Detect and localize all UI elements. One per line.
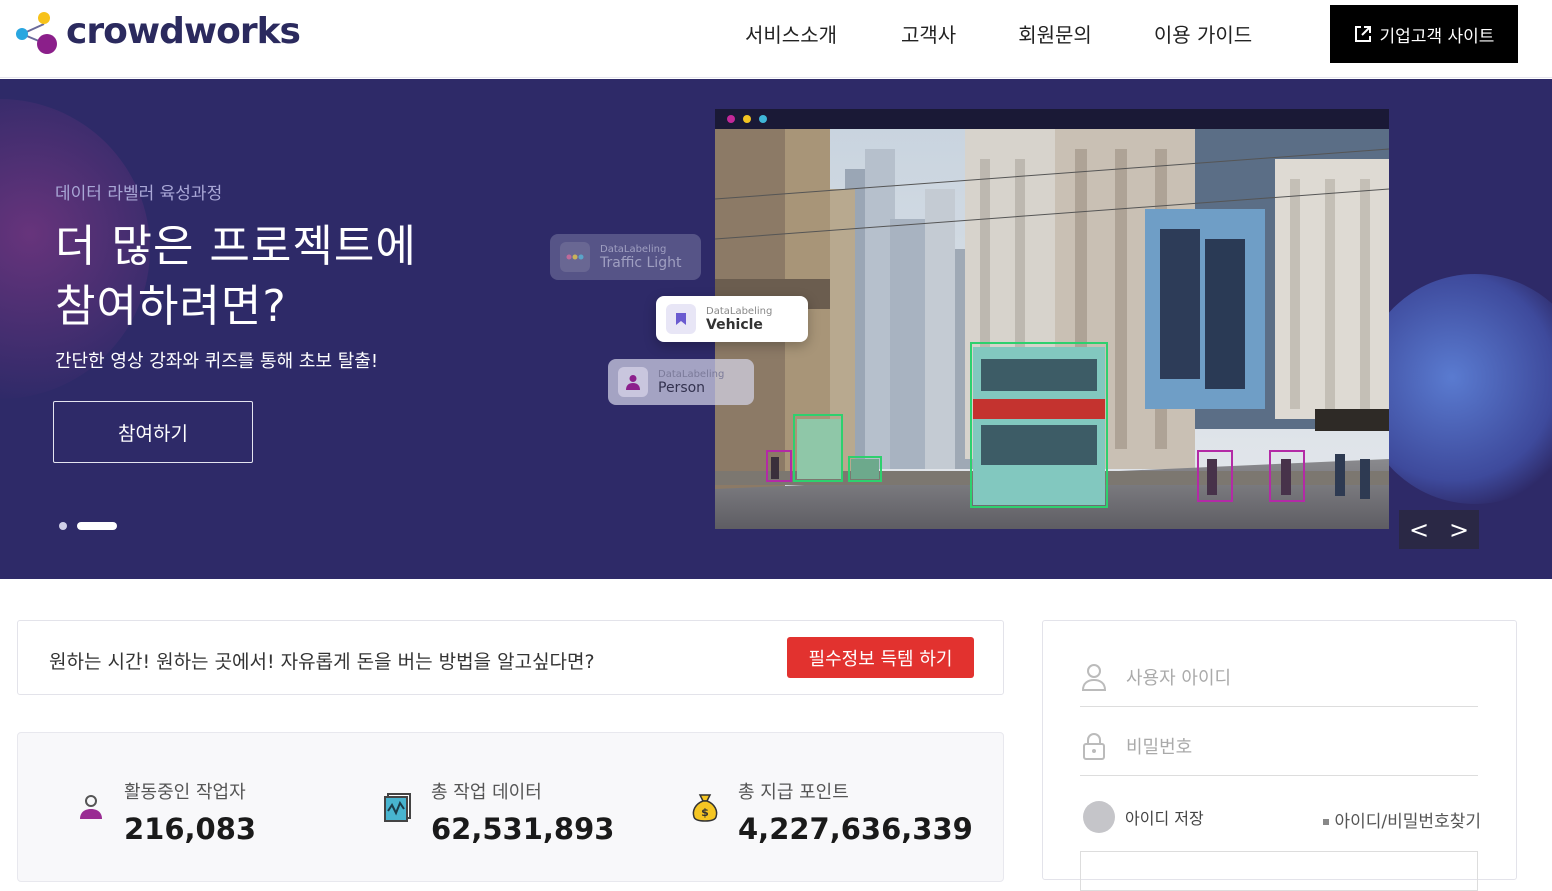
tag-name: Traffic Light — [600, 254, 682, 271]
save-id-label: 아이디 저장 — [1125, 809, 1204, 828]
main-nav: 서비스소개 고객사 회원문의 이용 가이드 — [745, 0, 1314, 66]
find-id-password-label: 아이디/비밀번호찾기 — [1334, 812, 1482, 832]
stat-value: 216,083 — [124, 812, 257, 846]
street-scene-image — [715, 129, 1389, 529]
stat-value: 4,227,636,339 — [738, 812, 973, 846]
join-button[interactable]: 참여하기 — [53, 401, 253, 463]
hero-title: 더 많은 프로젝트에 참여하려면? — [55, 217, 417, 337]
save-id-row: 아이디 저장 아이디/비밀번호찾기 — [1083, 799, 1503, 835]
stat-label: 총 지급 포인트 — [738, 782, 849, 803]
bookmark-icon — [666, 304, 696, 334]
stat-value: 62,531,893 — [431, 812, 615, 846]
hero-subtitle: 데이터 라벨러 육성과정 — [55, 184, 223, 204]
login-panel: 사용자 아이디 비밀번호 아이디 저장 아이디/비밀번호찾기 — [1042, 620, 1517, 891]
user-icon — [1081, 663, 1107, 691]
slide-indicator — [59, 522, 127, 530]
tag-vehicle: DataLabeling Vehicle — [656, 296, 808, 342]
bullet-icon — [1322, 819, 1329, 825]
window-dot-yellow-icon — [743, 115, 751, 123]
nav-clients[interactable]: 고객사 — [901, 19, 956, 48]
tag-name: Vehicle — [706, 316, 763, 333]
stat-label: 활동중인 작업자 — [124, 782, 246, 803]
user-id-placeholder: 사용자 아이디 — [1126, 667, 1232, 689]
notice-text: 원하는 시간! 원하는 곳에서! 자유롭게 돈을 버는 방법을 알고싶다면? — [49, 651, 595, 673]
person-icon — [80, 795, 102, 819]
slide-dot-2[interactable] — [77, 522, 117, 530]
prev-slide-button[interactable]: < — [1409, 518, 1429, 542]
tag-person: DataLabeling Person — [608, 359, 754, 405]
data-chart-icon — [384, 793, 411, 822]
money-bag-icon: $ — [692, 794, 718, 822]
crowdworks-logo[interactable]: crowdworks — [14, 10, 301, 56]
login-button[interactable] — [1080, 851, 1478, 891]
find-id-password-link[interactable]: 아이디/비밀번호찾기 — [1322, 807, 1482, 832]
nav-usage-guide[interactable]: 이용 가이드 — [1154, 19, 1252, 48]
window-dot-cyan-icon — [759, 115, 767, 123]
traffic-light-icon — [560, 242, 590, 272]
save-id-checkbox[interactable] — [1083, 801, 1115, 833]
hero-title-line1: 더 많은 프로젝트에 — [55, 221, 417, 272]
person-tag-icon — [618, 367, 648, 397]
slider-arrows: < > — [1399, 510, 1479, 549]
external-link-icon — [1354, 26, 1371, 42]
tag-name: Person — [658, 379, 706, 396]
tag-category: DataLabeling — [600, 243, 667, 255]
slide-dot-1[interactable] — [59, 522, 67, 530]
password-field[interactable]: 비밀번호 — [1080, 716, 1478, 776]
logo-mark-icon — [16, 12, 57, 54]
business-site-button[interactable]: 기업고객 사이트 — [1330, 5, 1518, 63]
nav-member-inquiry[interactable]: 회원문의 — [1018, 19, 1092, 48]
user-id-field[interactable]: 사용자 아이디 — [1080, 647, 1478, 707]
get-info-button[interactable]: 필수정보 득템 하기 — [787, 637, 974, 678]
stat-label: 총 작업 데이터 — [431, 782, 542, 803]
hero-description: 간단한 영상 강좌와 퀴즈를 통해 초보 탈출! — [55, 351, 379, 372]
preview-window-titlebar — [715, 109, 1389, 129]
lock-icon — [1083, 732, 1105, 760]
tag-category: DataLabeling — [706, 305, 773, 317]
stats-panel: 활동중인 작업자 216,083 총 작업 데이터 62,531,893 $ 총… — [17, 732, 1004, 882]
tag-category: DataLabeling — [658, 368, 725, 380]
logo-text: crowdworks — [66, 10, 301, 52]
next-slide-button[interactable]: > — [1449, 518, 1469, 542]
password-placeholder: 비밀번호 — [1126, 736, 1193, 758]
hero-banner: 데이터 라벨러 육성과정 더 많은 프로젝트에 참여하려면? 간단한 영상 강좌… — [0, 79, 1552, 579]
svg-text:$: $ — [701, 806, 709, 819]
labeling-preview-window — [715, 109, 1389, 529]
info-notice-banner: 원하는 시간! 원하는 곳에서! 자유롭게 돈을 버는 방법을 알고싶다면? 필… — [17, 620, 1004, 695]
nav-service-intro[interactable]: 서비스소개 — [745, 19, 837, 48]
window-dot-magenta-icon — [727, 115, 735, 123]
business-site-label: 기업고객 사이트 — [1379, 26, 1495, 47]
site-header: crowdworks 서비스소개 고객사 회원문의 이용 가이드 기업고객 사이… — [0, 0, 1552, 78]
street-scene-illustration — [715, 129, 1389, 529]
tag-traffic-light: DataLabeling Traffic Light — [550, 234, 701, 280]
hero-title-line2: 참여하려면? — [55, 281, 287, 332]
